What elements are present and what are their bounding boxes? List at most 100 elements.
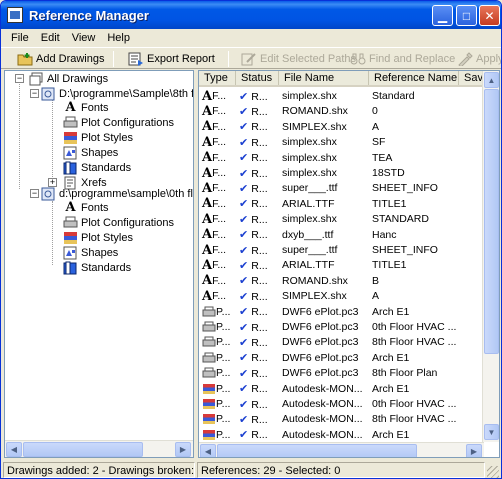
scroll-thumb[interactable] bbox=[217, 444, 417, 457]
cell-status: ✔ R... bbox=[236, 290, 279, 303]
export-report-button[interactable]: Export Report bbox=[124, 49, 219, 69]
table-row[interactable]: A F... ✔ R... super___.ttf SHEET_INFO bbox=[199, 242, 484, 258]
cell-file-name: ARIAL.TTF bbox=[282, 197, 335, 210]
cell-type-label: P... bbox=[216, 382, 231, 395]
scroll-right-arrow[interactable]: ▶ bbox=[175, 442, 191, 457]
table-row[interactable]: P... ✔ R... Autodesk-MON... Arch E1 bbox=[199, 381, 484, 397]
app-icon bbox=[7, 7, 23, 23]
table-row[interactable]: A F... ✔ R... simplex.shx SF bbox=[199, 134, 484, 150]
cell-status: ✔ R... bbox=[236, 105, 279, 118]
cell-type: A F... bbox=[199, 258, 236, 273]
title-bar[interactable]: Reference Manager ▁ □ ✕ bbox=[1, 1, 501, 29]
table-row[interactable]: P... ✔ R... Autodesk-MON... 0th Floor HVAC … bbox=[199, 396, 484, 412]
chevron-left-icon: ◀ bbox=[204, 447, 212, 456]
cell-type: A F... bbox=[199, 119, 236, 134]
scroll-up-arrow[interactable]: ▲ bbox=[484, 72, 499, 88]
tree-node-all-drawings[interactable]: All Drawings bbox=[29, 71, 108, 86]
scroll-left-arrow[interactable]: ◀ bbox=[6, 442, 22, 457]
table-row[interactable]: A F... ✔ R... ARIAL.TTF TITLE1 bbox=[199, 257, 484, 273]
tree-label: Plot Configurations bbox=[81, 216, 174, 229]
minimize-button[interactable]: ▁ bbox=[432, 5, 453, 26]
column-header-type[interactable]: Type bbox=[199, 71, 236, 85]
table-row[interactable]: A F... ✔ R... ROMAND.shx 0 bbox=[199, 103, 484, 119]
tree-node-shapes[interactable]: Shapes bbox=[63, 245, 118, 260]
close-button[interactable]: ✕ bbox=[479, 5, 500, 26]
add-drawings-button[interactable]: Add Drawings bbox=[13, 49, 108, 69]
scroll-thumb[interactable] bbox=[23, 442, 143, 457]
tree-node-plot-configurations[interactable]: Plot Configurations bbox=[63, 115, 174, 130]
table-row[interactable]: A F... ✔ R... simplex.shx TEA bbox=[199, 150, 484, 166]
cell-reference-name: Standard bbox=[372, 90, 415, 102]
menu-view[interactable]: View bbox=[66, 32, 102, 44]
shapes-icon bbox=[63, 145, 78, 160]
cell-reference-name: 0th Floor HVAC ... bbox=[372, 398, 457, 410]
cell-type: A F... bbox=[199, 227, 236, 242]
table-row[interactable]: P... ✔ R... Autodesk-MON... 8th Floor HVAC … bbox=[199, 411, 484, 427]
tree-node-standards[interactable]: Standards bbox=[63, 160, 131, 175]
plot-style-icon bbox=[203, 429, 215, 440]
check-icon: ✔ bbox=[239, 121, 252, 134]
cell-status-label: R... bbox=[251, 213, 268, 226]
table-row[interactable]: P... ✔ R... Autodesk-MON... Arch E1 bbox=[199, 427, 484, 442]
cell-status: ✔ R... bbox=[236, 228, 279, 241]
expander-collapse[interactable]: − bbox=[15, 74, 24, 83]
expander-collapse[interactable]: − bbox=[30, 189, 39, 198]
font-icon: A bbox=[202, 288, 213, 304]
tree-node-standards[interactable]: Standards bbox=[63, 260, 131, 275]
table-row[interactable]: P... ✔ R... DWF6 ePlot.pc3 0th Floor HVAC .… bbox=[199, 319, 484, 335]
table-row[interactable]: P... ✔ R... DWF6 ePlot.pc3 8th Floor HVAC .… bbox=[199, 334, 484, 350]
expander-collapse[interactable]: − bbox=[30, 89, 39, 98]
scroll-left-arrow[interactable]: ◀ bbox=[200, 444, 216, 457]
table-row[interactable]: A F... ✔ R... super___.ttf SHEET_INFO bbox=[199, 180, 484, 196]
column-header-saved-path[interactable]: Sav bbox=[459, 71, 484, 85]
tree-node-fonts[interactable]: A Fonts bbox=[63, 200, 108, 215]
tree-connector bbox=[52, 99, 53, 177]
table-row[interactable]: A F... ✔ R... simplex.shx 18STD bbox=[199, 165, 484, 181]
export-report-icon bbox=[128, 52, 143, 66]
table-row[interactable]: P... ✔ R... DWF6 ePlot.pc3 Arch E1 bbox=[199, 304, 484, 320]
scroll-down-arrow[interactable]: ▼ bbox=[484, 424, 499, 440]
table-row[interactable]: A F... ✔ R... simplex.shx STANDARD bbox=[199, 211, 484, 227]
tree-horizontal-scrollbar[interactable]: ◀ ▶ bbox=[5, 440, 193, 457]
tree-node-drawing-2[interactable]: d:\programme\sample\0th floor bbox=[41, 186, 193, 201]
cell-file-name: ROMAND.shx bbox=[282, 105, 348, 118]
cell-status: ✔ R... bbox=[236, 305, 279, 318]
tree-node-shapes[interactable]: Shapes bbox=[63, 145, 118, 160]
plot-style-icon bbox=[203, 383, 215, 394]
scroll-right-arrow[interactable]: ▶ bbox=[466, 444, 482, 457]
table-row[interactable]: P... ✔ R... DWF6 ePlot.pc3 8th Floor Plan bbox=[199, 365, 484, 381]
table-row[interactable]: A F... ✔ R... SIMPLEX.shx A bbox=[199, 119, 484, 135]
apply-button[interactable]: Apply bbox=[453, 49, 501, 69]
maximize-button[interactable]: □ bbox=[456, 5, 477, 26]
table-row[interactable]: A F... ✔ R... SIMPLEX.shx A bbox=[199, 288, 484, 304]
table-row[interactable]: A F... ✔ R... ARIAL.TTF TITLE1 bbox=[199, 196, 484, 212]
edit-selected-paths-button[interactable]: Edit Selected Paths bbox=[237, 49, 360, 69]
menu-edit[interactable]: Edit bbox=[35, 32, 66, 44]
tree-node-fonts[interactable]: A Fonts bbox=[63, 100, 108, 115]
plot-style-icon bbox=[203, 414, 215, 425]
cell-status: ✔ R... bbox=[236, 136, 279, 149]
menu-help[interactable]: Help bbox=[101, 32, 136, 44]
list-vertical-scrollbar[interactable]: ▲ ▼ bbox=[482, 71, 499, 442]
menu-file[interactable]: File bbox=[5, 32, 35, 44]
check-icon: ✔ bbox=[239, 152, 252, 165]
tree-node-drawing-1[interactable]: D:\programme\Sample\8th flo bbox=[41, 86, 193, 101]
resize-grip[interactable] bbox=[487, 466, 499, 478]
tree-node-plot-styles[interactable]: Plot Styles bbox=[63, 230, 133, 245]
table-row[interactable]: A F... ✔ R... simplex.shx Standard bbox=[199, 88, 484, 104]
table-row[interactable]: P... ✔ R... DWF6 ePlot.pc3 Arch E1 bbox=[199, 350, 484, 366]
cell-file-name: simplex.shx bbox=[282, 167, 337, 179]
tree-node-plot-styles[interactable]: Plot Styles bbox=[63, 130, 133, 145]
scroll-thumb[interactable] bbox=[484, 89, 499, 354]
column-header-file-name[interactable]: File Name bbox=[279, 71, 369, 85]
column-header-reference-name[interactable]: Reference Name bbox=[369, 71, 459, 85]
cell-status: ✔ R... bbox=[236, 151, 279, 164]
check-icon: ✔ bbox=[239, 229, 252, 242]
list-horizontal-scrollbar[interactable]: ◀ ▶ bbox=[199, 442, 484, 457]
find-replace-button[interactable]: Find and Replace bbox=[346, 49, 459, 69]
table-row[interactable]: A F... ✔ R... dxyb___.ttf Hanc bbox=[199, 227, 484, 243]
table-row[interactable]: A F... ✔ R... ROMAND.shx B bbox=[199, 273, 484, 289]
tree-node-plot-configurations[interactable]: Plot Configurations bbox=[63, 215, 174, 230]
column-header-status[interactable]: Status bbox=[236, 71, 279, 85]
references-list: A F... ✔ R... simplex.shx Standard A F... ✔ R..… bbox=[199, 88, 484, 442]
